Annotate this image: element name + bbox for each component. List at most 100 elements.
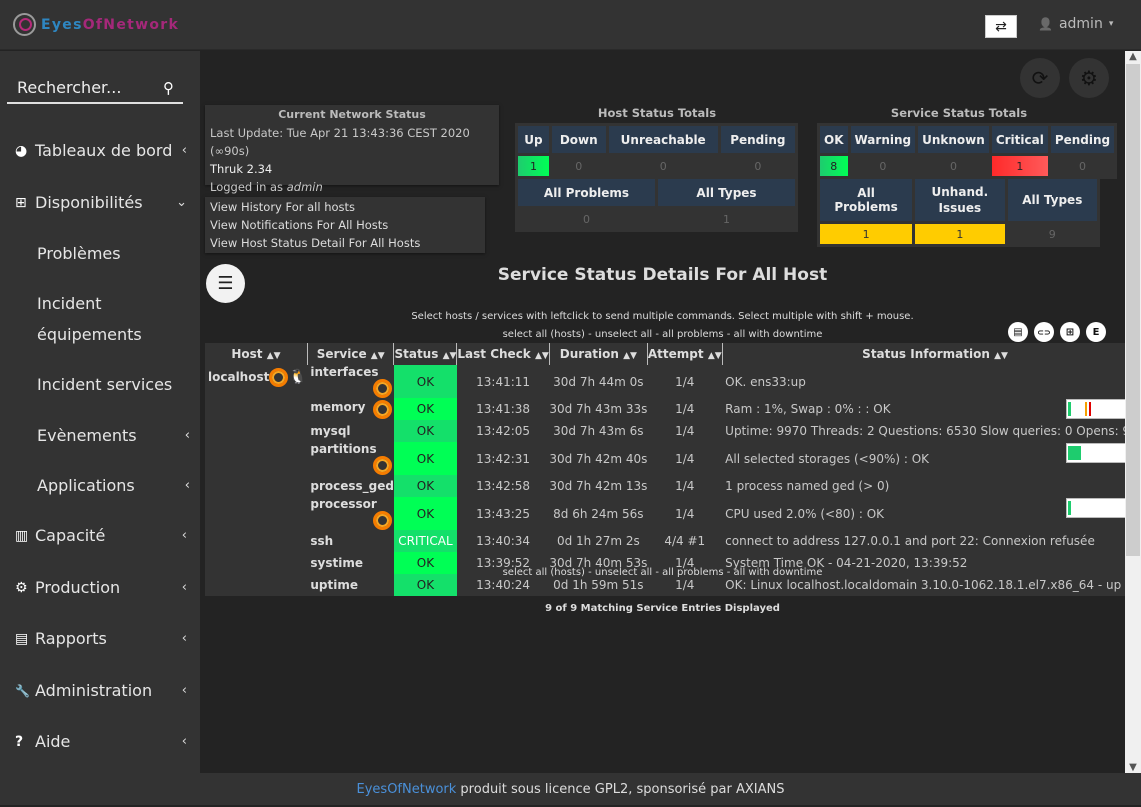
host-up-count[interactable]: 1 — [518, 156, 549, 176]
sidebar-item-dashboards[interactable]: ◕ Tableaux de bord ‹ — [15, 141, 190, 160]
svc-critical-count[interactable]: 1 — [991, 156, 1048, 176]
host-cell[interactable]: localhost 🐧 — [205, 365, 307, 596]
table-row[interactable]: partitions OK 13:42:31 30d 7h 42m 40s 1/4 All… — [205, 442, 1141, 475]
table-row[interactable]: mysql OK 13:42:05 30d 7h 43m 6s 1/4 Uptime: 9… — [205, 420, 1141, 442]
col-service[interactable]: Service ▲▼ — [306, 343, 394, 365]
service-name[interactable]: processor — [307, 497, 394, 530]
switch-view-button[interactable]: ⇄ — [985, 15, 1017, 38]
service-name[interactable]: mysql — [307, 420, 394, 442]
host-name[interactable]: localhost — [208, 370, 269, 384]
host-unreachable-header[interactable]: Unreachable — [608, 126, 718, 153]
link-icon[interactable]: ⊂⊃ — [1034, 322, 1054, 342]
host-down-header[interactable]: Down — [551, 126, 606, 153]
sidebar-item-availability[interactable]: ⊞ Disponibilités ⌄ — [15, 193, 190, 212]
footer-brand-link[interactable]: EyesOfNetwork — [357, 782, 457, 797]
host-all-problems-header[interactable]: All Problems — [518, 179, 655, 206]
sidebar-subitem-problems[interactable]: Problèmes — [37, 238, 121, 269]
svc-all-types-header[interactable]: All Types — [1007, 179, 1097, 221]
col-attempt[interactable]: Attempt ▲▼ — [646, 343, 723, 365]
sidebar-subitem-service-incidents[interactable]: Incident services — [37, 369, 172, 400]
sidebar-subitem-events[interactable]: Evènements ‹ — [37, 420, 190, 451]
service-name[interactable]: process_ged — [307, 475, 394, 497]
add-display-icon[interactable]: ⊞ — [1060, 322, 1080, 342]
svc-critical-header[interactable]: Critical — [991, 126, 1048, 153]
link-notifications[interactable]: View Notifications For All Hosts — [205, 216, 485, 234]
svc-ok-count[interactable]: 8 — [820, 156, 848, 176]
settings-button[interactable]: ⚙ — [1069, 58, 1109, 98]
table-row[interactable]: processor OK 13:43:25 8d 6h 24m 56s 1/4 CPU u… — [205, 497, 1141, 530]
scroll-up-icon[interactable]: ▲ — [1125, 51, 1141, 62]
sidebar-item-administration[interactable]: 🔧 Administration ‹ — [15, 681, 190, 700]
vertical-scrollbar[interactable]: ▲ ▼ — [1125, 51, 1141, 773]
graph-icon[interactable] — [372, 456, 392, 475]
svc-warning-header[interactable]: Warning — [850, 126, 916, 153]
service-name[interactable]: ssh — [307, 530, 394, 552]
export-icon[interactable]: E — [1086, 322, 1106, 342]
svc-ok-header[interactable]: OK — [820, 126, 848, 153]
svc-unhandled-header[interactable]: Unhand. Issues — [915, 179, 1005, 221]
host-down-count[interactable]: 0 — [551, 156, 606, 176]
svc-all-problems-header[interactable]: All Problems — [820, 179, 913, 221]
sidebar-item-reports[interactable]: ▤ Rapports ‹ — [15, 629, 190, 648]
svc-all-types-count[interactable]: 9 — [1007, 224, 1097, 244]
graph-icon[interactable] — [372, 399, 392, 419]
select-links-top[interactable]: select all (hosts) - unselect all - all … — [200, 329, 1125, 340]
scrollbar-thumb[interactable] — [1126, 64, 1140, 556]
scroll-down-icon[interactable]: ▼ — [1125, 762, 1141, 773]
columns-icon[interactable]: ▤ — [1008, 322, 1028, 342]
graph-icon[interactable] — [269, 368, 289, 387]
sidebar-item-capacity[interactable]: ▥ Capacité ‹ — [15, 526, 190, 545]
user-menu[interactable]: 👤 admin ▾ — [1038, 16, 1113, 32]
sort-icon[interactable]: ▲▼ — [994, 351, 1008, 361]
select-links-bottom[interactable]: select all (hosts) - unselect all - all … — [200, 567, 1125, 578]
svc-pending-count[interactable]: 0 — [1050, 156, 1115, 176]
sort-icon[interactable]: ▲▼ — [535, 351, 549, 361]
svc-unhandled-count[interactable]: 1 — [915, 224, 1005, 244]
host-pending-count[interactable]: 0 — [720, 156, 795, 176]
col-last-check[interactable]: Last Check ▲▼ — [456, 343, 550, 365]
host-unreachable-count[interactable]: 0 — [608, 156, 718, 176]
svc-unknown-count[interactable]: 0 — [918, 156, 989, 176]
duration: 30d 7h 43m 6s — [553, 424, 644, 438]
col-status[interactable]: Status ▲▼ — [393, 343, 457, 365]
search-input[interactable]: Rechercher... ⚲ — [7, 73, 183, 104]
svc-warning-count[interactable]: 0 — [850, 156, 916, 176]
service-name[interactable]: interfaces — [307, 365, 394, 398]
logo[interactable]: EyesOfNetwork — [13, 13, 179, 36]
service-name[interactable]: partitions — [307, 442, 394, 475]
refresh-button[interactable]: ⟳ — [1020, 58, 1060, 98]
main-content: ⟳ ⚙ Current Network Status Last Update: … — [200, 51, 1141, 773]
host-all-problems-count[interactable]: 0 — [518, 209, 655, 229]
sort-icon[interactable]: ▲▼ — [708, 351, 722, 361]
host-all-types-count[interactable]: 1 — [658, 209, 795, 229]
graph-icon[interactable] — [372, 511, 392, 530]
col-host[interactable]: Host ▲▼ — [205, 343, 308, 365]
graph-icon[interactable] — [372, 379, 392, 398]
table-row[interactable]: localhost 🐧 interfaces OK 13:41:11 30d 7h 44m… — [205, 365, 1141, 398]
svc-unknown-header[interactable]: Unknown — [918, 126, 989, 153]
sidebar-subitem-applications[interactable]: Applications ‹ — [37, 470, 190, 501]
table-row[interactable]: process_ged OK 13:42:58 30d 7h 42m 13s 1/4 1 … — [205, 475, 1141, 497]
sidebar-subitem-host-incidents[interactable]: Incident équipements — [37, 288, 157, 350]
sidebar-item-production[interactable]: ⚙ Production ‹ — [15, 578, 190, 597]
service-name[interactable]: memory — [307, 398, 394, 420]
host-up-header[interactable]: Up — [518, 126, 549, 153]
col-duration[interactable]: Duration ▲▼ — [548, 343, 648, 365]
host-all-types-header[interactable]: All Types — [658, 179, 795, 206]
table-row[interactable]: memory OK 13:41:38 30d 7h 43m 33s 1/4 Ram : 1… — [205, 398, 1141, 420]
sort-icon[interactable]: ▲▼ — [371, 351, 385, 361]
search-icon[interactable]: ⚲ — [163, 79, 174, 97]
link-history[interactable]: View History For all hosts — [205, 198, 485, 216]
link-host-status-detail[interactable]: View Host Status Detail For All Hosts — [205, 234, 485, 252]
sort-icon[interactable]: ▲▼ — [623, 351, 637, 361]
svc-pending-header[interactable]: Pending — [1050, 126, 1115, 153]
attempt: 1/4 — [675, 451, 695, 466]
svc-all-problems-count[interactable]: 1 — [820, 224, 913, 244]
host-pending-header[interactable]: Pending — [720, 126, 795, 153]
status-information: Uptime: 9970 Threads: 2 Questions: 6530 … — [725, 424, 1141, 438]
col-status-information[interactable]: Status Information ▲▼ — [721, 343, 1141, 365]
sidebar-item-help[interactable]: ? Aide ‹ — [15, 732, 190, 751]
sort-icon[interactable]: ▲▼ — [443, 351, 457, 361]
sort-icon[interactable]: ▲▼ — [267, 351, 281, 361]
table-row[interactable]: ssh CRITICAL 13:40:34 0d 1h 27m 2s 4/4 #1 con… — [205, 530, 1141, 552]
